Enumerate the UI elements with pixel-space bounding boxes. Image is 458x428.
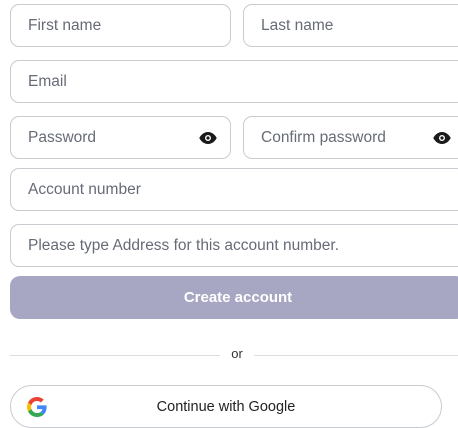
first-name-input[interactable] [28, 16, 230, 35]
or-separator-text: or [231, 346, 243, 361]
email-field-container [10, 60, 458, 103]
password-field-container [10, 116, 231, 159]
confirm-password-input[interactable] [261, 128, 421, 147]
address-field-container [10, 224, 458, 267]
continue-with-google-button[interactable]: Continue with Google [10, 385, 442, 428]
password-input[interactable] [28, 128, 188, 147]
create-account-button[interactable]: Create account [10, 276, 458, 319]
divider-left [10, 355, 220, 356]
divider-right [254, 355, 458, 356]
first-name-field-container [10, 4, 231, 47]
google-button-label: Continue with Google [156, 398, 296, 415]
last-name-field-container [243, 4, 458, 47]
address-input[interactable] [28, 236, 458, 255]
last-name-input[interactable] [261, 16, 458, 35]
eye-icon[interactable] [433, 129, 451, 147]
account-number-input[interactable] [28, 180, 458, 199]
account-number-field-container [10, 168, 458, 211]
confirm-password-field-container [243, 116, 458, 159]
email-input[interactable] [28, 72, 458, 91]
eye-icon[interactable] [199, 129, 217, 147]
